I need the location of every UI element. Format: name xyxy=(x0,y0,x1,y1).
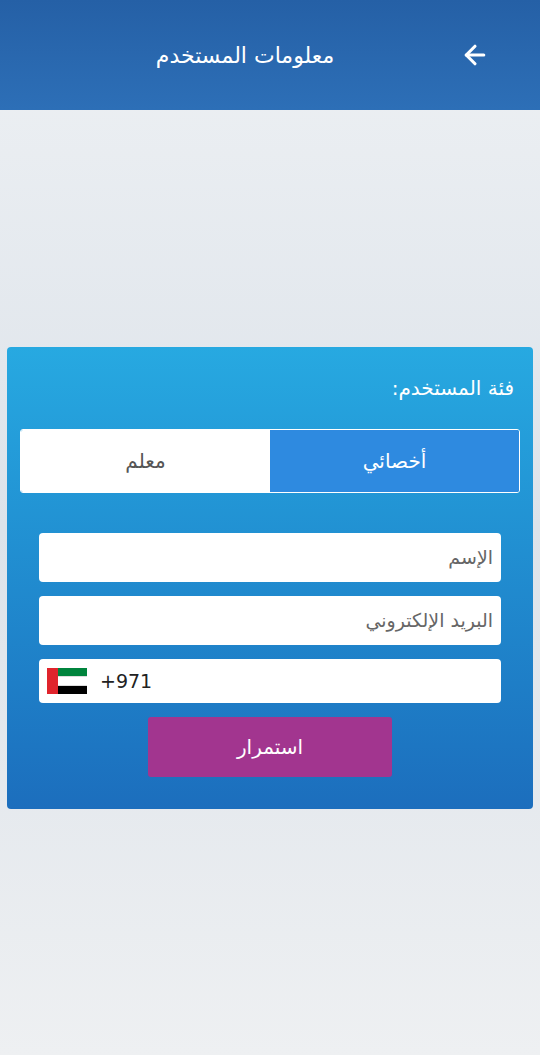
phone-code: +971 xyxy=(100,667,152,696)
back-arrow-icon[interactable] xyxy=(460,40,490,70)
header-title: معلومات المستخدم xyxy=(156,39,334,72)
app-screen: معلومات المستخدم فئة المستخدم: أخصائيمعلم ا… xyxy=(0,0,540,1055)
category-tab[interactable]: أخصائي xyxy=(270,430,519,492)
category-label: فئة المستخدم: xyxy=(20,373,520,403)
uae-flag-icon[interactable] xyxy=(47,668,87,694)
category-tabs: أخصائيمعلم xyxy=(20,429,520,493)
form-card: فئة المستخدم: أخصائيمعلم الإسم البريد الإلك… xyxy=(7,347,533,809)
text-field[interactable]: البريد الإلكتروني xyxy=(39,596,501,645)
phone-field[interactable]: +971 xyxy=(39,659,501,703)
header-bar: معلومات المستخدم xyxy=(0,0,540,110)
text-field[interactable]: الإسم xyxy=(39,533,501,582)
continue-button[interactable]: استمرار xyxy=(148,717,392,777)
category-tab[interactable]: معلم xyxy=(21,430,270,492)
